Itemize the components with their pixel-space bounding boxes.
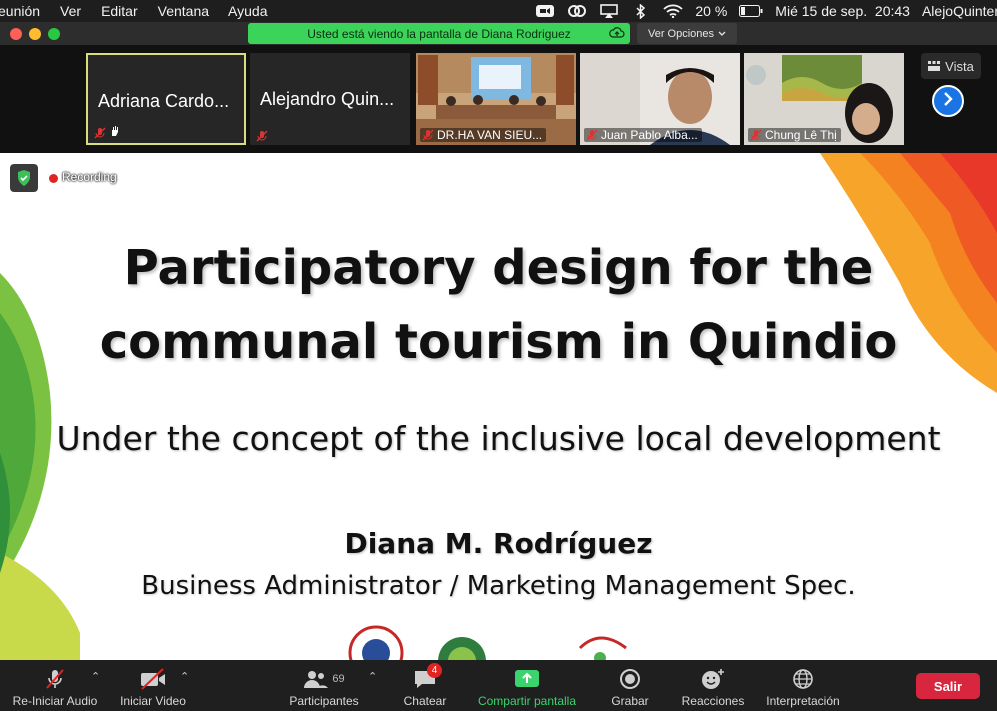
macos-menubar: eunión Ver Editar Ventana Ayuda 20 % Mié…	[0, 0, 997, 22]
cloud-icon	[609, 26, 625, 43]
menubar-clock[interactable]: Mié 15 de sep. 20:43	[775, 3, 910, 19]
interpretation-button-label: Interpretación	[766, 694, 840, 708]
leave-meeting-button[interactable]: Salir	[916, 673, 980, 699]
participant-name: Alejandro Quin...	[260, 89, 395, 109]
security-shield-icon[interactable]	[10, 164, 38, 192]
grid-icon	[928, 59, 941, 74]
mic-muted-icon	[422, 129, 434, 141]
audio-options-caret[interactable]: ⌃	[91, 670, 100, 683]
menubar-user[interactable]: AlejoQuinter	[922, 3, 997, 19]
participant-status: DR.HA VAN SIEU...	[420, 128, 547, 142]
close-window-button[interactable]	[10, 28, 22, 40]
menu-ver[interactable]: Ver	[60, 3, 81, 19]
participant-tile[interactable]: Adriana Cardo...	[86, 53, 246, 145]
screen-share-banner: Usted está viendo la pantalla de Diana R…	[248, 23, 630, 44]
participants-options-caret[interactable]: ⌃	[368, 670, 377, 683]
smiley-icon	[701, 667, 725, 691]
share-screen-button[interactable]: Compartir pantalla	[474, 664, 580, 708]
mic-muted-icon	[43, 667, 67, 691]
slide-title: Participatory design for the communal to…	[0, 231, 997, 379]
participants-button[interactable]: 69 Participantes	[286, 664, 362, 708]
window-titlebar: Usted está viendo la pantalla de Diana R…	[0, 22, 997, 45]
creative-cloud-icon[interactable]	[567, 3, 587, 19]
status-area: 20 % Mié 15 de sep. 20:43 AlejoQuinter	[535, 0, 997, 22]
share-screen-icon	[514, 667, 540, 691]
reactions-button-label: Reacciones	[681, 694, 745, 708]
camera-off-icon	[139, 667, 167, 691]
zoom-status-icon[interactable]	[535, 3, 555, 19]
participant-status	[254, 130, 272, 142]
participants-button-label: Participantes	[289, 694, 359, 708]
app-menu: eunión Ver Editar Ventana Ayuda	[0, 0, 267, 22]
fullscreen-window-button[interactable]	[48, 28, 60, 40]
participant-strip: Adriana Cardo... Alejandro Quin... DR.HA…	[0, 45, 997, 153]
wifi-icon[interactable]	[663, 3, 683, 19]
next-page-button[interactable]	[932, 85, 964, 117]
chevron-right-icon	[942, 91, 954, 111]
globe-icon	[792, 667, 814, 691]
participant-name: DR.HA VAN SIEU...	[437, 128, 543, 142]
participants-count: 69	[332, 673, 345, 685]
participant-status: Juan Pablo Alba...	[584, 128, 702, 142]
participant-name: Adriana Cardo...	[98, 91, 230, 111]
participant-tile[interactable]: Chung Lê Thị	[744, 53, 904, 145]
record-icon	[619, 667, 641, 691]
record-button-label: Grabar	[611, 694, 649, 708]
share-banner-text: Usted está viendo la pantalla de Diana R…	[307, 26, 571, 41]
slide-subtitle: Under the concept of the inclusive local…	[56, 419, 941, 458]
chat-button[interactable]: 4 Chatear	[402, 663, 448, 708]
menu-ayuda[interactable]: Ayuda	[228, 3, 267, 19]
participant-tile[interactable]: Alejandro Quin...	[250, 53, 410, 145]
view-options-label: Ver Opciones	[647, 27, 715, 40]
reactions-button[interactable]: Reacciones	[680, 664, 746, 708]
shared-screen: Recording Participatory design for the c…	[0, 153, 997, 660]
participant-tile[interactable]: Juan Pablo Alba...	[580, 53, 740, 145]
participant-status: Chung Lê Thị	[748, 128, 841, 142]
view-mode-button[interactable]: Vista	[921, 53, 981, 79]
recording-label: Recording	[62, 170, 117, 184]
slide-author: Diana M. Rodríguez	[344, 527, 653, 560]
recording-dot-icon	[49, 174, 58, 183]
raise-hand-icon	[109, 125, 121, 140]
audio-button-label: Re-Iniciar Audio	[12, 694, 98, 708]
airplay-icon[interactable]	[599, 3, 619, 19]
participant-name: Chung Lê Thị	[765, 128, 837, 142]
participants-icon: 69	[303, 667, 345, 691]
battery-percent: 20 %	[695, 3, 728, 19]
participant-status	[92, 125, 125, 140]
chat-unread-badge: 4	[427, 663, 442, 678]
video-options-caret[interactable]: ⌃	[180, 670, 189, 683]
interpretation-button[interactable]: Interpretación	[762, 664, 844, 708]
participant-name: Juan Pablo Alba...	[601, 128, 698, 142]
mic-muted-icon	[94, 127, 106, 139]
view-options-button[interactable]: Ver Opciones	[637, 23, 737, 44]
slide-title-line: communal tourism in Quindio	[99, 314, 898, 370]
view-mode-label: Vista	[945, 58, 974, 74]
battery-icon[interactable]	[739, 3, 763, 19]
menu-reunion[interactable]: eunión	[0, 3, 40, 19]
audio-button[interactable]: Re-Iniciar Audio	[10, 664, 100, 708]
video-button-label: Iniciar Video	[120, 694, 186, 708]
chat-icon: 4	[413, 663, 442, 691]
meeting-toolbar: Re-Iniciar Audio ⌃ Iniciar Video ⌃ 69 Pa…	[0, 660, 997, 711]
record-button[interactable]: Grabar	[610, 664, 650, 708]
menu-editar[interactable]: Editar	[101, 3, 138, 19]
mic-muted-icon	[256, 130, 268, 142]
bluetooth-icon[interactable]	[631, 3, 651, 19]
chevron-down-icon	[718, 28, 726, 40]
mic-muted-icon	[750, 129, 762, 141]
mic-muted-icon	[586, 129, 598, 141]
slide-title-line: Participatory design for the	[123, 240, 874, 296]
video-button[interactable]: Iniciar Video	[117, 664, 189, 708]
menu-ventana[interactable]: Ventana	[158, 3, 209, 19]
slide-author-role: Business Administrator / Marketing Manag…	[141, 571, 856, 601]
share-screen-label: Compartir pantalla	[477, 694, 577, 708]
chat-button-label: Chatear	[403, 694, 447, 708]
minimize-window-button[interactable]	[29, 28, 41, 40]
participant-tile[interactable]: DR.HA VAN SIEU...	[416, 53, 576, 145]
